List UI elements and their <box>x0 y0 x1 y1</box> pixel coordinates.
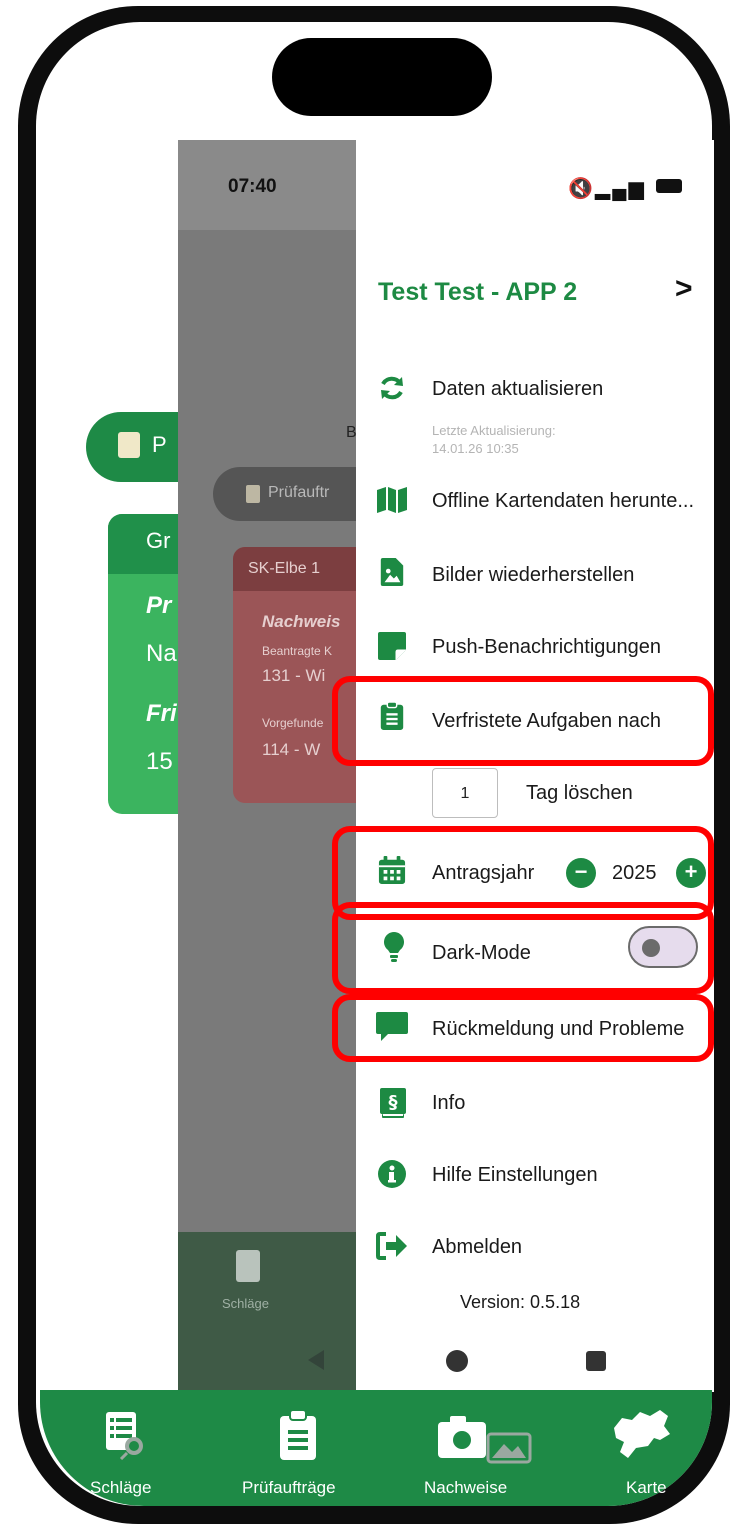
dynamic-island <box>272 38 492 116</box>
menu-refresh-data[interactable]: Daten aktualisieren <box>432 378 603 401</box>
navigation-drawer <box>356 140 714 1392</box>
menu-logout[interactable]: Abmelden <box>432 1236 522 1259</box>
clipboard-icon <box>118 432 140 458</box>
highlight-feedback <box>332 994 714 1062</box>
background-card-line: Pr <box>146 592 172 619</box>
highlight-expired-tasks <box>332 676 714 766</box>
fields-list-icon <box>106 1412 143 1460</box>
menu-help-settings[interactable]: Hilfe Einstellungen <box>432 1164 598 1187</box>
menu-info[interactable]: Info <box>432 1092 465 1115</box>
camera-photo-icon <box>438 1416 532 1464</box>
svg-text:§: § <box>389 1092 398 1113</box>
battery-icon <box>656 179 682 193</box>
sticky-note-icon <box>378 632 406 660</box>
refresh-icon <box>381 376 403 400</box>
background-card-title: Gr <box>146 528 171 553</box>
chevron-right-icon[interactable]: > <box>675 272 693 306</box>
signal-wifi-icon: 🔇▂▄▆ <box>568 178 646 200</box>
inner-card-title: SK-Elbe 1 <box>248 560 321 577</box>
background-card-line: Na <box>146 640 177 667</box>
background-card-line: 15 <box>146 748 173 775</box>
inner-card-heading: Nachweis <box>262 612 341 631</box>
background-chip-text: P <box>152 432 167 457</box>
last-update-value: 14.01.26 10:35 <box>432 441 519 456</box>
inner-nav-label: Schläge <box>222 1296 269 1311</box>
clipboard-icon <box>280 1410 316 1460</box>
inner-card-value: 114 - W <box>262 740 321 759</box>
paragraph-book-icon: § <box>380 1088 406 1118</box>
inner-bottom-nav <box>178 1232 358 1392</box>
map-region-icon <box>614 1410 670 1458</box>
inner-card-value: 131 - Wi <box>262 666 326 685</box>
last-update-label: Letzte Aktualisierung: <box>432 423 556 438</box>
back-icon[interactable] <box>308 1350 324 1370</box>
inner-card-label: Beantragte K <box>262 644 333 658</box>
expired-days-input[interactable]: 1 <box>432 768 498 818</box>
inner-card-label: Vorgefunde <box>262 716 324 730</box>
menu-restore-images[interactable]: Bilder wiederherstellen <box>432 564 634 587</box>
nav-label-pruefauftraege: Prüfaufträge <box>242 1478 336 1497</box>
fields-list-icon <box>236 1250 260 1282</box>
user-name[interactable]: Test Test - APP 2 <box>378 278 577 307</box>
image-file-icon <box>380 558 404 586</box>
logout-icon <box>376 1232 407 1260</box>
recents-icon[interactable] <box>586 1351 606 1371</box>
status-time: 07:40 <box>228 176 277 197</box>
nav-label-schlaege: Schläge <box>90 1478 152 1497</box>
expired-days-suffix: Tag löschen <box>526 782 633 804</box>
nav-label-karte: Karte <box>626 1478 667 1497</box>
clipboard-icon <box>246 485 260 503</box>
nav-label-nachweise: Nachweise <box>424 1478 508 1497</box>
background-card-line: Fri <box>146 700 177 727</box>
inner-pill-text: Prüfauftr <box>268 484 330 501</box>
menu-push-notifications[interactable]: Push-Benachrichtigungen <box>432 636 661 659</box>
info-circle-icon <box>378 1160 406 1188</box>
app-version: Version: 0.5.18 <box>460 1292 581 1312</box>
home-icon[interactable] <box>446 1350 468 1372</box>
menu-offline-maps[interactable]: Offline Kartendaten herunte... <box>432 490 694 513</box>
highlight-dark-mode <box>332 902 714 994</box>
map-icon <box>377 487 407 513</box>
